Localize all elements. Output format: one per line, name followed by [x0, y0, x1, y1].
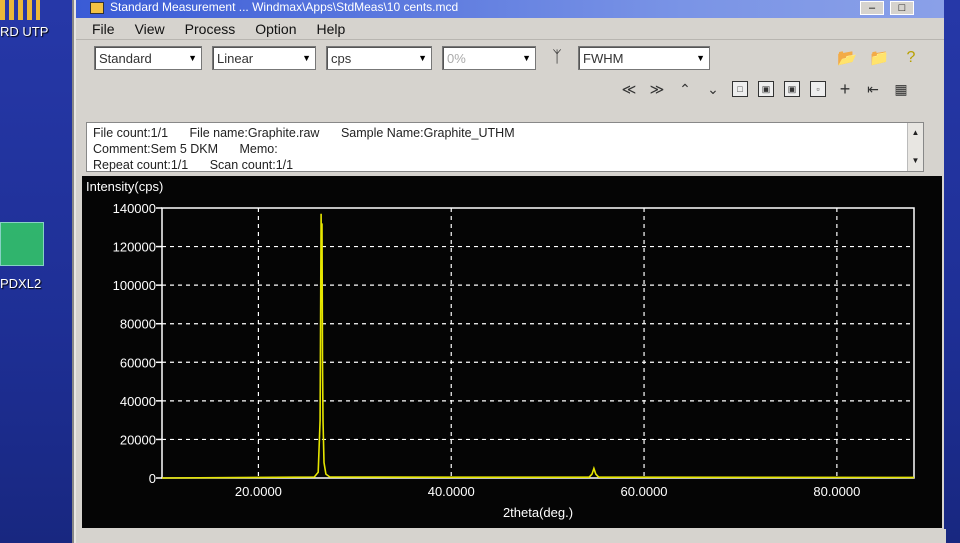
maximize-button[interactable]: □ [890, 1, 914, 15]
peak-marker-icon[interactable]: ᛉ [546, 49, 568, 67]
chevron-down-icon: ▼ [696, 53, 705, 63]
application-window: Standard Measurement ... Windmax\Apps\St… [74, 0, 946, 543]
plot-frame [161, 207, 915, 479]
y-tick-label: 40000 [120, 394, 156, 409]
scroll-down-icon[interactable]: ▼ [912, 153, 920, 169]
window-title: Standard Measurement ... Windmax\Apps\St… [110, 0, 459, 14]
add-icon[interactable]: + [836, 79, 854, 99]
menu-help[interactable]: Help [316, 21, 345, 37]
peak-width-select-value: FWHM [583, 50, 624, 66]
menu-process[interactable]: Process [185, 21, 236, 37]
diffraction-series-line [161, 213, 915, 479]
menu-view[interactable]: View [135, 21, 165, 37]
unit-select[interactable]: cps ▼ [326, 46, 432, 70]
x-tick-label: 60.0000 [621, 484, 668, 499]
title-bar[interactable]: Standard Measurement ... Windmax\Apps\St… [76, 0, 944, 18]
percent-select[interactable]: 0% ▼ [442, 46, 536, 70]
fit-x-icon[interactable]: ▫ [810, 81, 826, 97]
grid-icon[interactable]: ▦ [892, 80, 910, 98]
open-folder-icon[interactable]: 📂 [836, 48, 858, 68]
fit-y-icon[interactable]: ▣ [784, 81, 800, 97]
x-tick-label: 40.0000 [428, 484, 475, 499]
x-tick-label: 80.0000 [813, 484, 860, 499]
zoom-down-icon[interactable]: ⌄ [704, 80, 722, 98]
repeat-count: Repeat count:1/1 [93, 158, 189, 172]
x-tick-label: 20.0000 [235, 484, 282, 499]
menu-option[interactable]: Option [255, 21, 296, 37]
open-multiple-icon[interactable]: 📁 [868, 48, 890, 68]
zoom-up-icon[interactable]: ⌃ [676, 80, 694, 98]
scan-count: Scan count:1/1 [209, 158, 294, 172]
minimize-button[interactable]: – [860, 1, 884, 15]
desktop-shortcut-pdxl2[interactable]: PDXL2 [0, 222, 44, 291]
percent-select-value: 0% [447, 50, 466, 66]
info-scrollbar[interactable]: ▲ ▼ [907, 123, 923, 171]
y-axis-label: Intensity(cps) [86, 179, 163, 194]
plot-area[interactable]: Intensity(cps) 2theta(deg.) 0 20000 40000 6… [82, 176, 942, 528]
y-tick-label: 100000 [113, 278, 156, 293]
unit-select-value: cps [331, 50, 352, 66]
scroll-up-icon[interactable]: ▲ [912, 125, 920, 141]
desktop-shortcut-xrd-utp[interactable]: RD UTP [0, 0, 48, 39]
file-name: File name:Graphite.raw [189, 126, 320, 140]
fit-all-icon[interactable]: ▣ [758, 81, 774, 97]
y-tick-label: 60000 [120, 355, 156, 370]
xrd-app-icon [0, 0, 40, 20]
chevron-down-icon: ▼ [418, 53, 427, 63]
peak-width-select[interactable]: FWHM ▼ [578, 46, 710, 70]
cursor-mode-icon[interactable]: ⇤ [864, 80, 882, 98]
scale-select-value: Linear [217, 50, 254, 66]
y-tick-label: 80000 [120, 317, 156, 332]
y-tick-label: 0 [149, 471, 156, 486]
sample-name: Sample Name:Graphite_UTHM [340, 126, 515, 140]
desktop-shortcut-label: PDXL2 [0, 276, 42, 291]
chevron-down-icon: ▼ [302, 53, 311, 63]
toolbar-main: Standard ▼ Linear ▼ cps ▼ 0% ▼ ᛉ FWHM ▼ … [76, 40, 944, 76]
help-icon[interactable]: ? [900, 49, 922, 67]
chevron-down-icon: ▼ [522, 53, 531, 63]
app-icon [90, 2, 104, 14]
comment: Comment:Sem 5 DKM [93, 142, 219, 156]
file-count: File count:1/1 [93, 126, 169, 140]
zoom-box-icon[interactable]: □ [732, 81, 748, 97]
scale-select[interactable]: Linear ▼ [212, 46, 316, 70]
y-tick-label: 20000 [120, 432, 156, 447]
memo: Memo: [239, 142, 278, 156]
menu-file[interactable]: File [92, 21, 115, 37]
y-tick-label: 140000 [113, 201, 156, 216]
chevron-down-icon: ▼ [188, 53, 197, 63]
mode-select[interactable]: Standard ▼ [94, 46, 202, 70]
scan-info-panel: File count:1/1 File name:Graphite.raw Sa… [86, 122, 924, 172]
y-tick-label: 120000 [113, 240, 156, 255]
mode-select-value: Standard [99, 50, 152, 66]
toolbar-view: ≪ ≫ ⌃ ⌄ □ ▣ ▣ ▫ + ⇤ ▦ [76, 76, 944, 102]
scroll-left-icon[interactable]: ≪ [620, 80, 638, 98]
menu-bar: File View Process Option Help [76, 18, 944, 40]
desktop-shortcut-label: RD UTP [0, 24, 49, 39]
scroll-right-icon[interactable]: ≫ [648, 80, 666, 98]
pdxl2-app-icon [0, 222, 44, 266]
x-axis-label: 2theta(deg.) [503, 505, 573, 520]
xrd-pattern-chart[interactable]: Intensity(cps) 2theta(deg.) 0 20000 40000 6… [82, 176, 942, 528]
status-bar [76, 529, 946, 543]
